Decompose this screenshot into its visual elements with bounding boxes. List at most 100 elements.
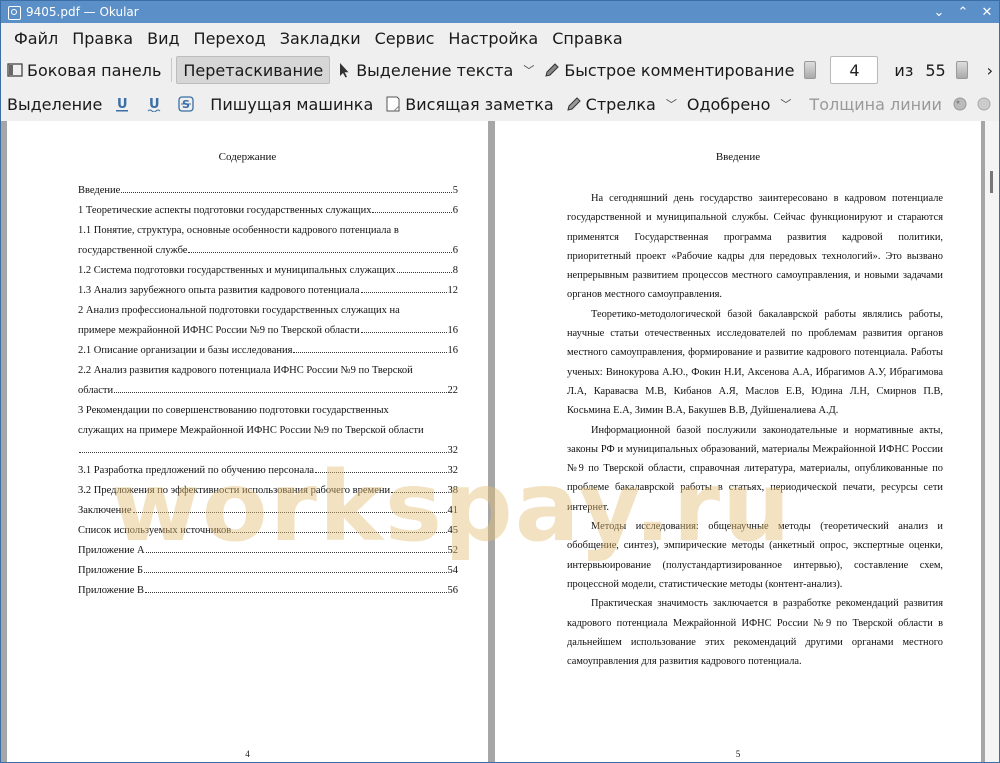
toc-entry-line[interactable]: 2.2 Анализ развития кадрового потенциала… [78,365,458,385]
toc-heading: Содержание [218,151,277,163]
title-bar: 9405.pdf — Okular ⌄ ⌃ ✕ [1,1,999,23]
stamp-label: Одобрено [686,94,771,114]
menu-bookmarks[interactable]: Закладки [273,29,368,48]
text-select-button[interactable]: Выделение текста [330,56,519,84]
toc-entry[interactable]: Заключение 41 [78,505,458,525]
toc-entry-line[interactable]: 1.1 Понятие, структура, основные особенн… [78,225,458,245]
toc-entry[interactable]: 3.2 Предложения по эффективности использ… [78,485,458,505]
vertical-scrollbar[interactable] [985,121,999,762]
quick-annotation-button[interactable]: Быстрое комментирование [538,56,800,84]
toc-entry[interactable]: Введение 5 [78,185,458,205]
okular-window: 9405.pdf — Okular ⌄ ⌃ ✕ Файл Правка Вид … [0,0,1000,763]
pen-icon [544,62,560,78]
popup-note-tool[interactable]: Висящая заметка [379,90,559,118]
sidebar-icon [7,62,23,78]
paragraph: Практическая значимость заключается в ра… [567,598,943,668]
paragraph: Методы исследования: общенаучные методы … [567,521,943,590]
okular-app-icon [7,5,21,20]
opacity-icon[interactable] [976,96,992,112]
toc-entry[interactable]: Список используемых источников 45 [78,525,458,545]
toolbar-more-icon[interactable]: › [981,56,999,84]
toc-entry[interactable]: Приложение Б 54 [78,565,458,585]
menu-edit[interactable]: Правка [65,29,140,48]
toc-entry[interactable]: области 22 [78,385,458,405]
line-width-label: Толщина линии [809,94,942,114]
close-icon[interactable]: ✕ [975,1,999,23]
menu-settings[interactable]: Настройка [441,29,545,48]
drag-tool-label: Перетаскивание [183,60,324,80]
page-number: 4 [245,749,250,759]
popup-note-label: Висящая заметка [405,94,554,114]
next-page-icon[interactable] [955,61,968,79]
paragraph: Теоретико-методологической базой бакалав… [567,308,943,417]
previous-page-icon[interactable] [804,61,817,79]
highlight-tool[interactable]: Выделение [1,90,108,118]
cursor-icon [336,62,352,78]
arrow-pen-icon [566,96,582,112]
maximize-icon[interactable]: ⌃ [951,1,975,23]
toc-entry[interactable]: 1.2 Система подготовки государственных и… [78,265,458,285]
page-number-input[interactable]: 4 [830,56,879,84]
quick-annotation-label: Быстрое комментирование [564,60,795,80]
toc-entry[interactable]: 32 [78,445,458,465]
stamp-chevron-down-icon[interactable]: ﹀ [780,96,791,112]
underline-icon: U [114,96,130,112]
typewriter-tool[interactable]: Пишущая машинка [204,90,379,118]
pdf-page-4: Содержание Введение 5 1 Теоретические асп… [7,121,488,762]
menu-tools[interactable]: Сервис [368,29,442,48]
toc-entry-line[interactable]: 3 Рекомендации по совершенствованию подг… [78,405,458,425]
paragraph: На сегодняшний день государство заинтере… [567,193,943,301]
menu-file[interactable]: Файл [7,29,65,48]
toc-entry-line[interactable]: 2 Анализ профессиональной подготовки гос… [78,305,458,325]
highlight-label: Выделение [7,94,103,114]
underline-tool[interactable]: U [108,90,140,118]
annotation-toolbar: Выделение U U S Пишущая машинка Висящая … [1,87,999,121]
page-total: 55 [925,60,946,80]
stamp-tool[interactable]: Одобрено [681,90,777,118]
drag-tool-button[interactable]: Перетаскивание [176,56,331,84]
menu-bar: Файл Правка Вид Переход Закладки Сервис … [1,23,999,53]
toc-entry[interactable]: государственной службе 6 [78,245,458,265]
page-of-label: из [894,60,914,80]
toc-entry[interactable]: 1 Теоретические аспекты подготовки госуд… [78,205,458,225]
strikethrough-icon: S [178,96,194,112]
squiggle-tool[interactable]: U [140,90,172,118]
sidebar-button[interactable]: Боковая панель [1,56,167,84]
arrow-tool[interactable]: Стрелка [560,90,662,118]
note-icon [385,96,401,112]
scrollbar-thumb[interactable] [990,171,993,193]
text-select-chevron-down-icon[interactable]: ﹀ [523,62,534,78]
svg-text:U: U [117,97,128,112]
toc-entry[interactable]: 2.1 Описание организации и базы исследов… [78,345,458,365]
toc-entry[interactable]: примере межрайонной ИФНС России №9 по Тв… [78,325,458,345]
paragraph: Информационной базой послужили законодат… [567,424,943,513]
text-select-label: Выделение текста [356,60,514,80]
color-picker-icon[interactable] [952,96,968,112]
minimize-icon[interactable]: ⌄ [927,1,951,23]
arrow-label: Стрелка [585,94,656,114]
toc-entry[interactable]: Приложение А 52 [78,545,458,565]
toc-entry[interactable]: 3.1 Разработка предложений по обучению п… [78,465,458,485]
menu-view[interactable]: Вид [140,29,186,48]
squiggle-underline-icon: U [146,96,162,113]
strikeout-tool[interactable]: S [172,90,204,118]
menu-help[interactable]: Справка [545,29,630,48]
typewriter-label: Пишущая машинка [210,94,374,114]
document-view[interactable]: Содержание Введение 5 1 Теоретические асп… [1,121,999,762]
main-toolbar: Боковая панель Перетаскивание Выделение … [1,53,999,87]
page-number: 5 [735,749,741,759]
line-width-control[interactable]: Толщина линии [803,90,948,118]
table-of-contents: Введение 5 1 Теоретические аспекты подгот… [78,185,458,605]
pdf-page-5: Введение На сегодняшний день государство… [495,121,981,762]
toolbar-separator [171,58,173,82]
sidebar-label: Боковая панель [27,60,162,80]
intro-heading: Введение [715,151,761,163]
intro-body: На сегодняшний день государство заинтере… [567,189,943,671]
window-title: 9405.pdf — Okular [26,5,139,19]
toc-entry-line[interactable]: служащих на примере Межрайонной ИФНС Рос… [78,425,458,445]
toc-entry[interactable]: Приложение В 56 [78,585,458,605]
annotation-toolbar-more-icon[interactable]: › [996,90,999,118]
arrow-chevron-down-icon[interactable]: ﹀ [666,96,677,112]
toc-entry[interactable]: 1.3 Анализ зарубежного опыта развития ка… [78,285,458,305]
menu-go[interactable]: Переход [187,29,273,48]
